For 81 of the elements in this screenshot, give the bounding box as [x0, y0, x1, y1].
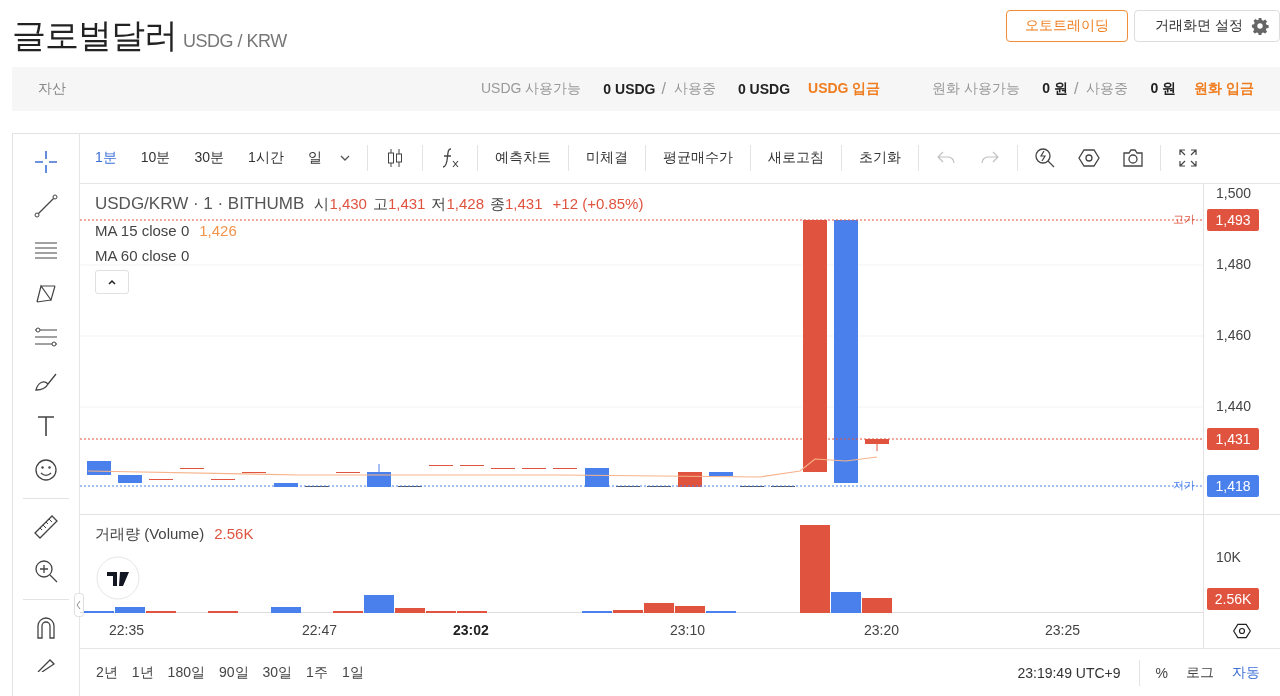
- toolbar-action[interactable]: 평균매수가: [651, 143, 744, 174]
- volume-bar: [208, 610, 238, 613]
- interval-tab[interactable]: 1시간: [236, 143, 295, 174]
- pair-label: USDG / KRW: [183, 31, 287, 52]
- available-label: 원화 사용가능: [932, 80, 1021, 98]
- scale-toggle[interactable]: 로그: [1180, 663, 1220, 682]
- volume-bar: [862, 597, 892, 613]
- candle: [367, 463, 391, 487]
- price-tag: 1,493: [1207, 208, 1259, 231]
- ruler-icon[interactable]: [32, 513, 60, 541]
- volume-value: 2.56K: [214, 524, 254, 544]
- price-line-label: 고가: [1173, 211, 1195, 227]
- zoom-in-icon[interactable]: [32, 557, 60, 585]
- toolbar-action[interactable]: 초기화: [847, 143, 912, 174]
- range-button[interactable]: 1주: [300, 663, 334, 682]
- time-tick: 23:20: [864, 621, 900, 638]
- logo-icon: [96, 555, 140, 600]
- indicator-label: MA 15 close 0: [95, 221, 190, 239]
- range-button[interactable]: 2년: [90, 663, 124, 682]
- available-amount: 0 원: [1042, 80, 1068, 98]
- time-tick: 22:35: [109, 621, 145, 638]
- range-button[interactable]: 90일: [212, 663, 255, 682]
- volume-label: 거래량 (Volume): [95, 524, 205, 544]
- available-label: USDG 사용가능: [481, 80, 582, 98]
- settings-button[interactable]: 거래화면 설정: [1134, 10, 1280, 42]
- volume-tick: 10K: [1216, 548, 1241, 565]
- price-tick: 1,500: [1216, 184, 1252, 201]
- range-button[interactable]: 1년: [125, 663, 160, 682]
- settings-icon: [1251, 17, 1269, 35]
- in-use-label: 사용중: [673, 80, 716, 98]
- symbol-label: USDG/KRW · 1 · BITHUMB: [95, 193, 305, 214]
- time-tick: 23:10: [670, 621, 706, 638]
- price-tick: 1,440: [1216, 397, 1252, 414]
- time-tick: 23:02: [453, 621, 489, 638]
- toolbar-action[interactable]: 새로고침: [756, 143, 835, 174]
- in-use-amount: 0 USDG: [737, 81, 791, 97]
- candle: [87, 460, 111, 475]
- range-button[interactable]: 30일: [256, 663, 299, 682]
- scale-toggle[interactable]: 자동: [1226, 663, 1266, 682]
- in-use-label: 사용중: [1086, 80, 1129, 98]
- ohlc-value: 고1,431: [372, 194, 426, 214]
- toolbar-action[interactable]: 예측차트: [483, 143, 562, 174]
- clock-label: 23:19:49 UTC+9: [1017, 664, 1121, 681]
- price-change: +12 (+0.85%): [552, 194, 644, 212]
- candle: [274, 482, 298, 487]
- trend-line-icon[interactable]: [32, 192, 60, 220]
- smiley-icon[interactable]: [32, 456, 60, 484]
- asset-label: 자산: [38, 80, 66, 98]
- crosshair-icon[interactable]: [32, 148, 60, 176]
- separator: /: [661, 80, 666, 98]
- in-use-amount: 0 원: [1150, 80, 1177, 98]
- candle: [865, 438, 889, 452]
- separator: /: [1073, 80, 1079, 98]
- available-amount: 0 USDG: [603, 81, 656, 97]
- interval-tab[interactable]: 일: [296, 143, 333, 174]
- interval-tab[interactable]: 30분: [183, 143, 235, 174]
- ohlc-value: 저1,428: [431, 194, 484, 214]
- price-tag: 1,418: [1207, 474, 1259, 497]
- candle: [678, 471, 702, 487]
- price-tag: 1,431: [1207, 427, 1259, 450]
- interval-tab[interactable]: 10분: [129, 143, 182, 174]
- ohlc-value: 종1,431: [490, 194, 543, 214]
- volume-bar: [271, 606, 301, 613]
- price-line-label: 저가: [1173, 477, 1195, 493]
- page-title: 글로벌달러: [12, 15, 177, 56]
- time-tick: 23:25: [1045, 621, 1081, 638]
- ohlc-value: 시1,430: [314, 194, 367, 214]
- price-tick: 1,460: [1216, 326, 1252, 343]
- candle: [118, 474, 142, 483]
- indicator-label: MA 60 close 0: [95, 246, 190, 264]
- range-button[interactable]: 1일: [335, 663, 370, 682]
- scale-toggle[interactable]: %: [1149, 664, 1174, 681]
- range-button[interactable]: 180일: [161, 663, 211, 682]
- toolbar-action[interactable]: 미체결: [574, 143, 639, 174]
- price-tick: 1,480: [1216, 255, 1252, 272]
- time-tick: 22:47: [302, 621, 338, 638]
- interval-tab[interactable]: 1분: [84, 143, 128, 174]
- volume-tag: 2.56K: [1207, 587, 1259, 610]
- candle: [709, 471, 733, 476]
- collapse-handle-icon[interactable]: [74, 593, 84, 617]
- indicator-value: 1,426: [199, 221, 237, 239]
